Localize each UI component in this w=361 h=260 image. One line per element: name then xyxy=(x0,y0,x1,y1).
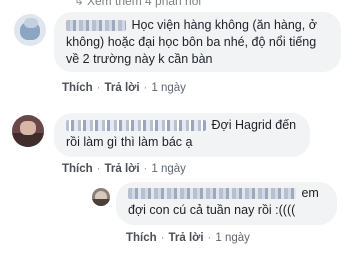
reply-arrow-icon: ↳ xyxy=(74,0,85,8)
comment-bubble: Đợi Hagrid đến rồi làm gì thì làm bác ạ xyxy=(54,113,310,157)
comment-actions: Thích · Trả lời · 1 ngày xyxy=(62,82,186,94)
comment-timestamp[interactable]: 1 ngày xyxy=(151,82,186,94)
reply-button[interactable]: Trả lời xyxy=(105,163,140,175)
commenter-name[interactable] xyxy=(66,120,206,132)
view-more-replies-link[interactable]: ↳ Xem thêm 4 phản hồi xyxy=(74,0,201,8)
comment-actions: Thích · Trả lời · 1 ngày xyxy=(62,163,186,175)
comment-bubble: Học viện hàng không (ăn hàng, ở không) h… xyxy=(54,12,341,72)
commenter-name[interactable] xyxy=(66,20,126,32)
like-button[interactable]: Thích xyxy=(62,163,93,175)
comment-timestamp[interactable]: 1 ngày xyxy=(151,163,186,175)
commenter-avatar[interactable] xyxy=(92,188,110,206)
commenter-avatar[interactable] xyxy=(12,115,44,147)
view-more-replies-label: Xem thêm 4 phản hồi xyxy=(87,0,202,8)
comment-timestamp[interactable]: 1 ngày xyxy=(215,232,250,244)
like-button[interactable]: Thích xyxy=(62,82,93,94)
comment-actions: Thích · Trả lời · 1 ngày xyxy=(126,232,250,244)
comment-bubble: em đợi con cú cả tuần nay rồi :(((( xyxy=(116,182,337,225)
reply-button[interactable]: Trả lời xyxy=(105,82,140,94)
reply-button[interactable]: Trả lời xyxy=(169,232,204,244)
commenter-name[interactable] xyxy=(128,188,296,200)
like-button[interactable]: Thích xyxy=(126,232,157,244)
commenter-avatar[interactable] xyxy=(14,14,46,46)
